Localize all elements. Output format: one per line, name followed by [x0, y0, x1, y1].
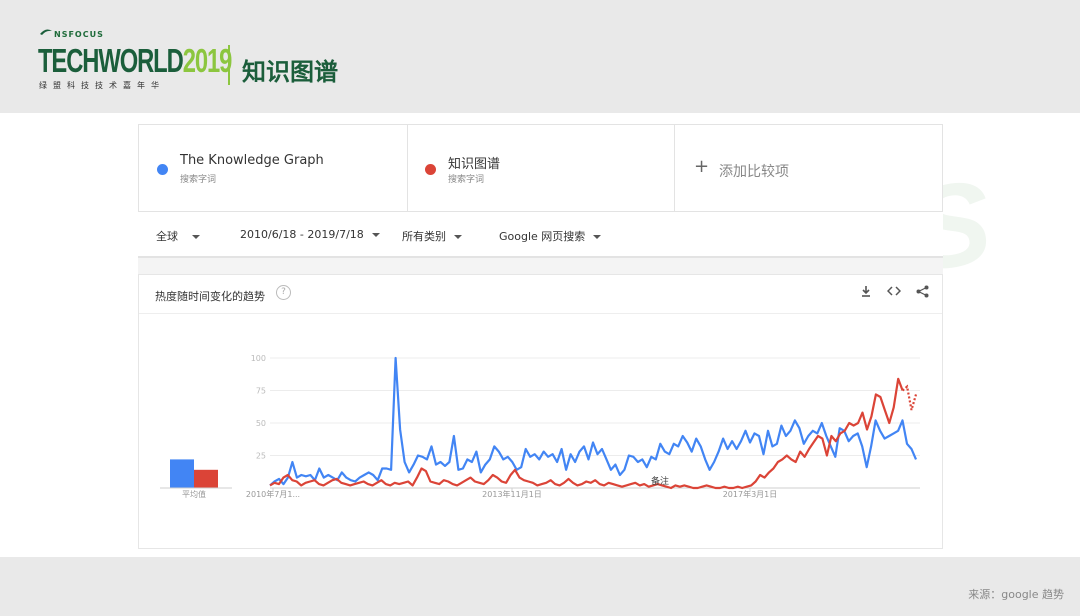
chevron-down-icon	[371, 233, 380, 237]
term-1-name: The Knowledge Graph	[180, 153, 324, 168]
panel-divider	[139, 313, 942, 314]
section-gap	[138, 258, 943, 274]
term-2-color-dot	[425, 164, 436, 175]
panel-title: 热度随时间变化的趋势	[155, 290, 265, 303]
filter-bar: 全球 2010/6/18 - 2019/7/18 所有类别 Google 网页搜…	[138, 212, 943, 258]
region-dropdown[interactable]: 全球	[156, 228, 200, 244]
category-dropdown[interactable]: 所有类别	[402, 228, 462, 244]
chevron-down-icon	[593, 235, 602, 239]
source-credit: 来源：google 趋势	[968, 588, 1064, 601]
nsfocus-logo-icon	[40, 29, 52, 35]
chevron-down-icon	[192, 235, 200, 239]
add-comparison-label: 添加比较项	[719, 164, 789, 180]
date-range-value: 2010/6/18 - 2019/7/18	[240, 228, 364, 241]
share-icon[interactable]	[914, 285, 930, 301]
brand-subtitle: 绿盟科技技术嘉年华	[39, 81, 165, 90]
search-term-2[interactable]: 知识图谱 搜索字词	[407, 125, 675, 211]
add-comparison-button[interactable]: + 添加比较项	[674, 125, 942, 211]
page-title: 知识图谱	[242, 58, 338, 86]
search-terms-bar: The Knowledge Graph 搜索字词 知识图谱 搜索字词 + 添加比…	[138, 124, 943, 212]
help-icon[interactable]: ?	[276, 285, 291, 300]
search-type-dropdown[interactable]: Google 网页搜索	[499, 228, 602, 244]
date-range-dropdown[interactable]: 2010/6/18 - 2019/7/18	[240, 228, 380, 241]
term-1-type: 搜索字词	[180, 175, 217, 185]
search-type-value: Google 网页搜索	[499, 230, 586, 243]
term-1-color-dot	[157, 164, 168, 175]
region-value: 全球	[156, 230, 178, 243]
term-2-name: 知识图谱	[448, 157, 501, 172]
search-term-1[interactable]: The Knowledge Graph 搜索字词	[139, 125, 408, 211]
brand-logo-text: TECHWORLD2019	[38, 42, 232, 79]
interest-over-time-panel: 热度随时间变化的趋势 ?	[138, 274, 943, 549]
brand-divider	[228, 45, 230, 85]
footer-band	[0, 557, 1080, 616]
brand-small: NSFOCUS	[54, 30, 104, 39]
category-value: 所有类别	[402, 230, 446, 243]
term-2-type: 搜索字词	[448, 175, 485, 185]
plus-icon: +	[694, 156, 710, 177]
chevron-down-icon	[454, 235, 462, 239]
embed-icon[interactable]	[886, 285, 902, 301]
download-icon[interactable]	[858, 285, 874, 301]
